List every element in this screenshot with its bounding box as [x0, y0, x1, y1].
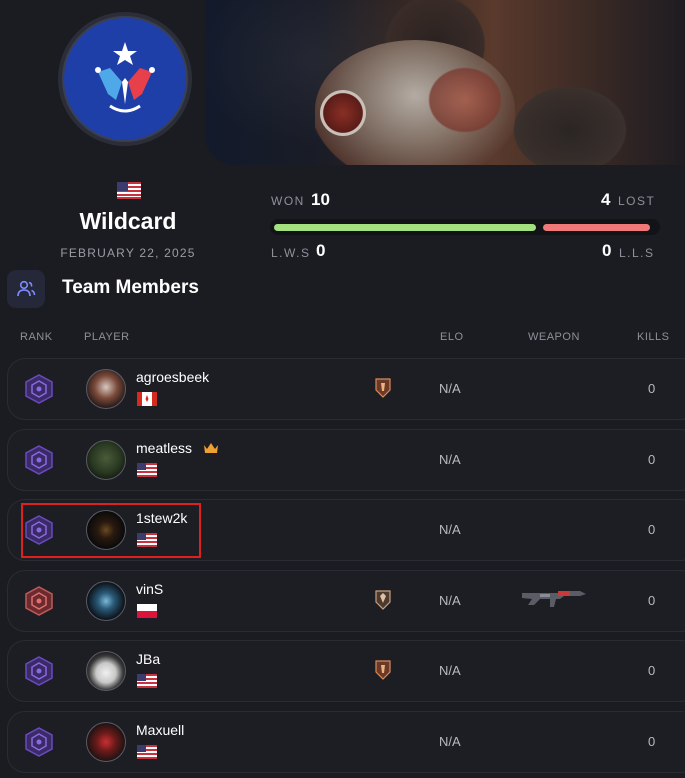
rank-icon [25, 374, 53, 404]
table-row[interactable]: Maxuell N/A 0 [7, 711, 685, 773]
rank-icon [25, 656, 53, 686]
lost-value: 4 [601, 190, 611, 209]
elo-value: N/A [439, 452, 461, 467]
kills-value: 0 [648, 522, 656, 537]
lls-label: L.L.S [619, 246, 655, 260]
table-row[interactable]: meatless N/A 0 [7, 429, 685, 491]
kills-value: 0 [648, 734, 656, 749]
avatar[interactable] [86, 369, 126, 409]
player-name[interactable]: meatless [136, 440, 192, 456]
poland-flag-icon [137, 604, 157, 618]
elo-value: N/A [439, 593, 461, 608]
col-header-rank: RANK [20, 331, 53, 343]
team-name: Wildcard [79, 208, 177, 234]
team-logo [58, 12, 192, 146]
player-name[interactable]: agroesbeek [136, 369, 209, 385]
elo-value: N/A [439, 381, 461, 396]
selection-highlight [21, 503, 201, 558]
player-name[interactable]: Maxuell [136, 722, 184, 738]
canada-flag-icon [137, 392, 157, 406]
kills-value: 0 [648, 593, 656, 608]
table-row[interactable]: vinS N/A 0 [7, 570, 685, 632]
avatar[interactable] [86, 581, 126, 621]
rifle-icon [522, 591, 586, 607]
lws-value: 0 [316, 241, 326, 260]
lls-value: 0 [602, 241, 612, 260]
lws-label: L.W.S [271, 246, 311, 260]
users-icon [7, 270, 45, 308]
lost-label: LOST [618, 194, 656, 208]
achievement-badge-icon [375, 660, 391, 680]
col-header-elo: ELO [440, 331, 464, 343]
us-flag-icon [137, 745, 157, 759]
loss-bar-fill [543, 224, 650, 231]
elo-value: N/A [439, 663, 461, 678]
kills-value: 0 [648, 381, 656, 396]
kills-value: 0 [648, 452, 656, 467]
rank-icon [25, 586, 53, 616]
crown-icon [204, 443, 218, 453]
table-row[interactable]: JBa N/A 0 [7, 640, 685, 702]
avatar[interactable] [86, 651, 126, 691]
kills-value: 0 [648, 663, 656, 678]
achievement-badge-icon [375, 590, 391, 610]
elo-value: N/A [439, 522, 461, 537]
won-value: 10 [311, 190, 330, 209]
avatar[interactable] [86, 722, 126, 762]
team-founded-date: FEBRUARY 22, 2025 [60, 246, 196, 260]
us-flag-icon [117, 182, 141, 199]
elo-value: N/A [439, 734, 461, 749]
player-name[interactable]: JBa [136, 651, 160, 667]
col-header-kills: KILLS [637, 331, 670, 343]
team-banner-image [205, 0, 685, 165]
table-row[interactable]: agroesbeek N/A 0 [7, 358, 685, 420]
section-title: Team Members [62, 277, 199, 298]
wildcard-logo-icon [95, 42, 155, 113]
achievement-badge-icon [375, 378, 391, 398]
col-header-weapon: WEAPON [528, 331, 580, 343]
rank-icon [25, 445, 53, 475]
us-flag-icon [137, 463, 157, 477]
avatar[interactable] [86, 440, 126, 480]
win-bar-fill [274, 224, 536, 231]
col-header-player: PLAYER [84, 331, 130, 343]
won-label: WON [271, 194, 305, 208]
player-name[interactable]: vinS [136, 581, 163, 597]
us-flag-icon [137, 674, 157, 688]
rank-icon [25, 727, 53, 757]
